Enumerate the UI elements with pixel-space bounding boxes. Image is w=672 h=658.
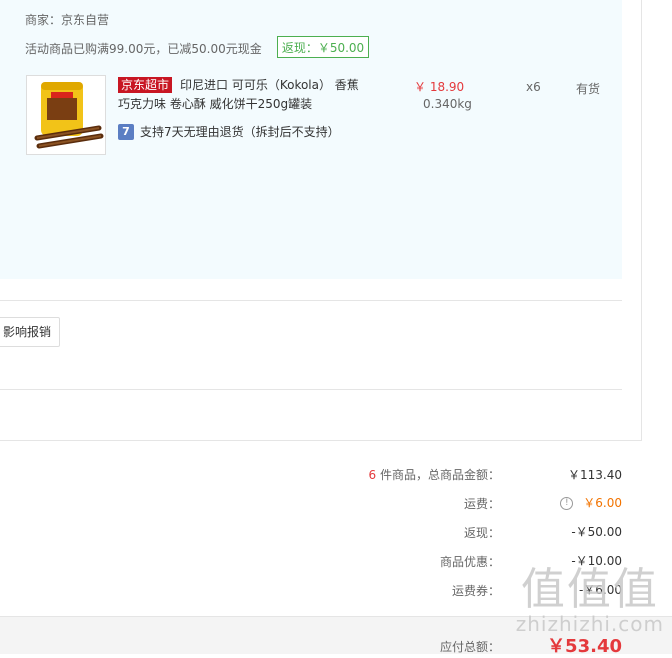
return-policy-text: 支持7天无理由退货（拆封后不支持） bbox=[140, 125, 340, 139]
shipping-value-wrap: ! ￥6.00 bbox=[560, 494, 622, 511]
goods-total-value: ￥113.40 bbox=[568, 468, 622, 482]
rebate-label: 返现： bbox=[463, 526, 500, 540]
section-divider bbox=[0, 300, 622, 301]
product-can-illustration bbox=[34, 82, 104, 149]
shipping-label: 运费： bbox=[463, 497, 500, 511]
product-image[interactable] bbox=[26, 75, 106, 155]
watermark-url: zhizhizhi.com bbox=[515, 612, 664, 636]
shipping-coupon-label: 运费券： bbox=[451, 584, 500, 598]
panel-right-border bbox=[641, 0, 642, 440]
section-divider bbox=[0, 389, 622, 390]
reimbursement-button[interactable]: 影响报销 bbox=[0, 317, 60, 347]
rebate-value: -￥50.00 bbox=[571, 525, 622, 539]
discount-label: 商品优惠： bbox=[439, 555, 500, 569]
payable-label: 应付总额： bbox=[439, 640, 500, 654]
item-quantity: x6 bbox=[526, 80, 541, 94]
info-icon[interactable]: ! bbox=[560, 497, 574, 510]
item-weight: 0.340kg bbox=[423, 97, 472, 111]
return-policy: 7 支持7天无理由退货（拆封后不支持） bbox=[118, 123, 340, 140]
jd-supermarket-tag: 京东超市 bbox=[118, 77, 173, 93]
product-title[interactable]: 京东超市 印尼进口 可可乐（Kokola） 香蕉巧克力味 卷心酥 威化饼干250g… bbox=[118, 76, 368, 114]
unit-price: ￥ 18.90 bbox=[414, 80, 465, 94]
merchant-label: 商家：京东自营 bbox=[25, 13, 110, 27]
site-watermark: 值值值 zhizhizhi.com bbox=[515, 564, 664, 637]
goods-count-label: 6 件商品，总商品金额： bbox=[368, 468, 500, 482]
stock-status: 有货 bbox=[576, 82, 601, 96]
panel-bottom-border bbox=[0, 440, 642, 441]
seven-day-return-icon: 7 bbox=[118, 123, 134, 140]
watermark-glyphs: 值值值 bbox=[520, 564, 659, 615]
shipping-value: ￥6.00 bbox=[583, 496, 622, 510]
rebate-badge: 返现：￥50.00 bbox=[277, 36, 369, 58]
promo-text: 活动商品已购满99.00元，已减50.00元现金 bbox=[25, 42, 262, 56]
